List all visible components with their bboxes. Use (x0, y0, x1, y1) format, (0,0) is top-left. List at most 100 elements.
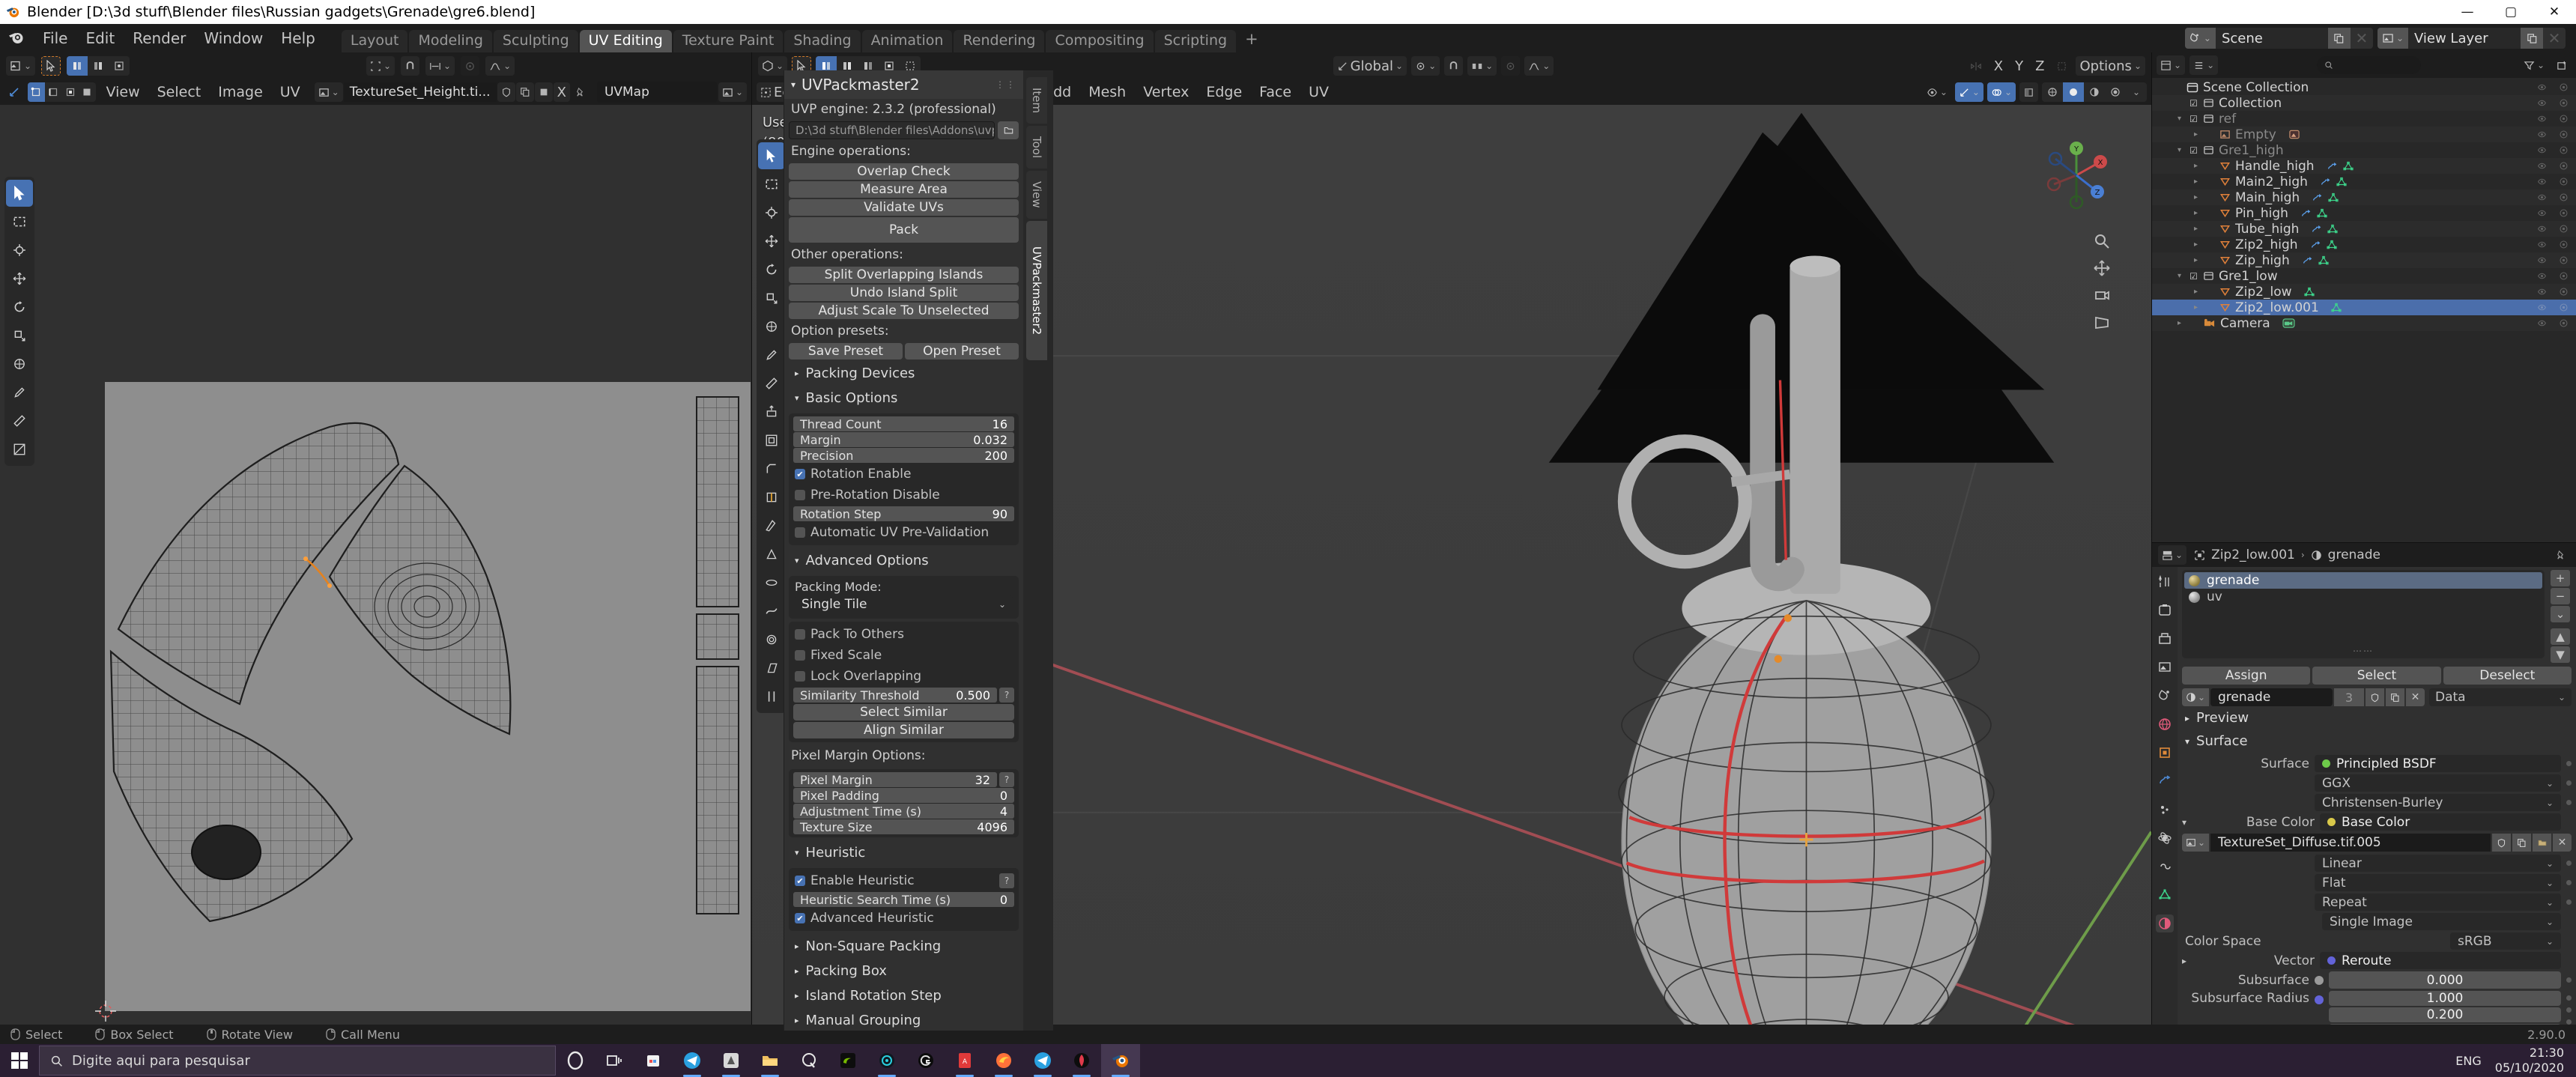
vp-tool-shear-icon[interactable] (758, 655, 785, 682)
pixel-margin-field[interactable]: Pixel Margin 32 (793, 772, 997, 787)
viewport-menu-face[interactable]: Face (1252, 82, 1298, 103)
modifier-icon[interactable] (2300, 208, 2311, 219)
projection-animate-dot-icon[interactable] (2566, 880, 2572, 885)
tab-physics-icon[interactable] (2156, 829, 2174, 847)
properties-pin-icon[interactable] (2551, 545, 2570, 565)
pdf-icon[interactable]: A (945, 1044, 984, 1077)
row-restriction-toggles[interactable] (2537, 161, 2569, 171)
modifier-icon[interactable] (2310, 240, 2321, 250)
advanced-heuristic-checkbox[interactable]: Advanced Heuristic (789, 908, 1019, 929)
engine-path-field[interactable]: D:\3d stuff\Blender files\Addons\uvp-pro… (789, 121, 995, 139)
assign-button[interactable]: Assign (2182, 667, 2311, 685)
viewlayer-selector[interactable]: ⌄ View Layer ✕ (2377, 28, 2566, 49)
uv-image-browse-icon[interactable]: ⌄ (314, 82, 343, 102)
telegram2-icon[interactable] (1023, 1044, 1062, 1077)
uv-menu-view[interactable]: View (100, 82, 147, 103)
vp-tool-knife-icon[interactable] (758, 512, 785, 539)
row-restriction-toggles[interactable] (2537, 255, 2569, 265)
outliner-row-camera[interactable]: ▸ Camera (2152, 315, 2576, 331)
row-restriction-toggles[interactable] (2537, 240, 2569, 249)
disclosure-triangle-icon[interactable]: ▸ (2191, 225, 2201, 233)
visibility-checkbox[interactable]: ☑ (2189, 98, 2198, 109)
projection-dropdown[interactable]: Flat ⌄ (2315, 874, 2561, 891)
vp-tool-poly-build-icon[interactable] (758, 541, 785, 568)
lock-overlapping-checkbox[interactable]: Lock Overlapping (789, 666, 1019, 687)
row-restriction-toggles[interactable] (2537, 287, 2569, 297)
tool-select-box-icon[interactable] (6, 208, 33, 235)
scene-unlink-button[interactable]: ✕ (2350, 28, 2373, 49)
move-slot-up-button[interactable]: ▲ (2551, 628, 2570, 645)
uv-editor-type-button[interactable]: ⌄ (6, 56, 36, 76)
outliner-row-collection[interactable]: ☑ Collection (2152, 95, 2576, 111)
store-icon[interactable] (634, 1044, 673, 1077)
texture-unlink-icon[interactable]: ✕ (2553, 834, 2572, 852)
packing-box-section[interactable]: ▸ Packing Box (784, 959, 1023, 983)
disclosure-triangle-icon[interactable]: ▾ (2175, 115, 2184, 123)
sidebar-tab-view[interactable]: View (1026, 171, 1047, 219)
subsurface-radius-socket-icon[interactable] (2315, 995, 2324, 1004)
uv-map-canvas[interactable] (105, 382, 751, 1011)
viewport-menu-uv[interactable]: UV (1302, 82, 1336, 103)
uv-image-name[interactable]: TextureSet_Height.ti... (343, 82, 497, 102)
disclosure-triangle-icon[interactable]: ▸ (2175, 319, 2184, 327)
shading-rendered-icon[interactable] (2105, 82, 2126, 102)
material-unlink-icon[interactable]: ✕ (2406, 688, 2425, 706)
disclosure-triangle-icon[interactable]: ▸ (2191, 130, 2201, 139)
modifier-icon[interactable] (2327, 161, 2337, 172)
interpolation-dropdown[interactable]: Linear ⌄ (2315, 855, 2561, 872)
transform-orientation-button[interactable]: Global ⌄ (1333, 56, 1407, 76)
viewlayer-unlink-button[interactable]: ✕ (2543, 28, 2566, 49)
menu-edit[interactable]: Edit (77, 26, 123, 50)
island-rotation-step-section[interactable]: ▸ Island Rotation Step (784, 983, 1023, 1008)
vp-tool-cursor-icon[interactable] (758, 199, 785, 226)
viewport-shading-group[interactable]: ⌄ (2042, 82, 2147, 102)
vp-tool-select-box-icon[interactable] (758, 171, 785, 198)
tool-measure-icon[interactable] (6, 407, 33, 434)
material-slot-list[interactable]: grenade uv ⋯⋯ (2182, 570, 2545, 658)
workspace-tab-texture-paint[interactable]: Texture Paint (673, 30, 784, 52)
uv-menu-image[interactable]: Image (211, 82, 270, 103)
packing-devices-section[interactable]: ▸ Packing Devices (784, 361, 1023, 386)
tab-world-icon[interactable] (2156, 715, 2174, 733)
outliner-search-input[interactable] (2316, 56, 2422, 74)
row-restriction-toggles[interactable] (2537, 271, 2569, 281)
tab-scene-icon[interactable] (2156, 687, 2174, 705)
blender-menu-logo-icon[interactable] (7, 28, 27, 48)
material-slot-grenade[interactable]: grenade (2184, 572, 2542, 589)
vp-tool-inset-icon[interactable] (758, 427, 785, 454)
open-preset-button[interactable]: Open Preset (905, 343, 1019, 359)
viewport-options-button[interactable]: Options ⌄ (2076, 56, 2145, 76)
distribution-dropdown[interactable]: GGX ⌄ (2315, 774, 2561, 792)
texture-open-icon[interactable] (2533, 834, 2551, 852)
subsurface-radius-x[interactable]: 1.000 (2329, 991, 2561, 1006)
outliner-row-tube-high[interactable]: ▸ Tube_high (2152, 221, 2576, 237)
tool-transform-icon[interactable] (6, 351, 33, 377)
workspace-tab-scripting[interactable]: Scripting (1154, 30, 1237, 52)
tool-rotate-icon[interactable] (6, 294, 33, 321)
tab-output-icon[interactable] (2156, 630, 2174, 648)
heuristic-section[interactable]: ▾ Heuristic (784, 840, 1023, 865)
color-space-dropdown[interactable]: sRGB ⌄ (2450, 932, 2561, 950)
interpolation-animate-dot-icon[interactable] (2566, 861, 2572, 866)
vector-node-value[interactable]: Reroute (2320, 952, 2561, 969)
viewport-object-types-visibility-icon[interactable]: ⌄ (1923, 82, 1951, 102)
uv-island-select-icon[interactable] (79, 82, 96, 102)
workspace-tab-shading[interactable]: Shading (784, 30, 861, 52)
uv-selection-mode-group[interactable] (28, 82, 96, 102)
telegram-icon[interactable] (673, 1044, 712, 1077)
viewport-pivot-button[interactable]: ⌄ (1411, 56, 1440, 76)
sticky-shared-location-icon[interactable] (88, 56, 109, 76)
subsurface-method-animate-dot-icon[interactable] (2566, 800, 2572, 805)
outliner-row-handle-high[interactable]: ▸ Handle_high (2152, 158, 2576, 174)
uvmap-selector[interactable]: UVMap ⌄ (596, 82, 747, 103)
uv-image-fake-user-icon[interactable] (497, 82, 515, 102)
rotation-step-field[interactable]: Rotation Step 90 (793, 506, 1014, 521)
shading-solid-icon[interactable] (2063, 82, 2084, 102)
menu-render[interactable]: Render (124, 26, 194, 50)
vp-tool-scale-icon[interactable] (758, 285, 785, 312)
thread-count-field[interactable]: Thread Count 16 (793, 416, 1014, 431)
viewport-gizmos-button[interactable]: ⌄ (1954, 82, 1983, 102)
vp-tool-bevel-icon[interactable] (758, 455, 785, 482)
pack-button[interactable]: Pack (789, 217, 1019, 243)
viewport-overlays-button[interactable]: ⌄ (1986, 82, 2016, 102)
